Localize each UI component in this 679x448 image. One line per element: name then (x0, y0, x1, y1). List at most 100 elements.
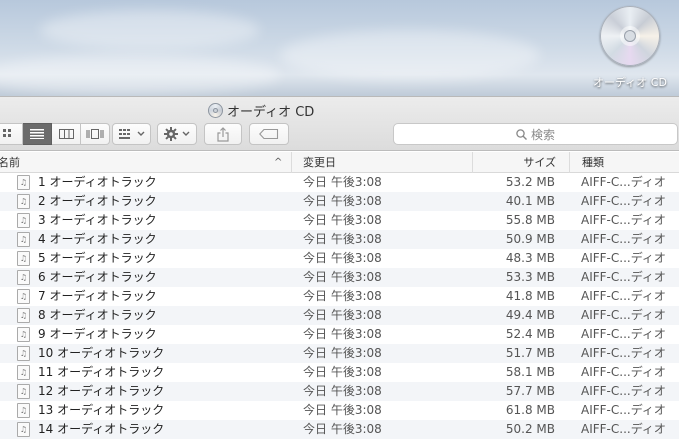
file-name: 3 オーディオトラック (38, 213, 157, 227)
audio-file-icon: ♫ (17, 403, 30, 418)
file-kind: AIFF-C...ディオ (581, 327, 666, 341)
file-size: 50.9 MB (505, 232, 555, 246)
date-column-header[interactable]: 変更日 (291, 152, 472, 173)
arrange-button[interactable] (112, 123, 151, 145)
file-kind: AIFF-C...ディオ (581, 289, 666, 303)
audio-file-icon: ♫ (17, 308, 30, 323)
action-button[interactable] (157, 123, 197, 145)
table-row[interactable]: ♫ 12 オーディオトラック 今日 午後3:08 57.7 MB AIFF-C...ディ… (0, 382, 679, 401)
table-row[interactable]: ♫ 2 オーディオトラック 今日 午後3:08 40.1 MB AIFF-C...ディオ (0, 192, 679, 211)
desktop-icon-label: オーディオ CD (593, 76, 667, 89)
table-row[interactable]: ♫ 11 オーディオトラック 今日 午後3:08 58.1 MB AIFF-C...ディ… (0, 363, 679, 382)
chevron-down-icon (137, 131, 144, 136)
table-row[interactable]: ♫ 6 オーディオトラック 今日 午後3:08 53.3 MB AIFF-C...ディオ (0, 268, 679, 287)
icon-view-button[interactable] (0, 123, 23, 145)
file-date: 今日 午後3:08 (303, 175, 382, 189)
file-kind: AIFF-C...ディオ (581, 384, 666, 398)
file-kind: AIFF-C...ディオ (581, 232, 666, 246)
file-size: 53.2 MB (505, 175, 555, 189)
file-kind: AIFF-C...ディオ (581, 175, 666, 189)
file-size: 41.8 MB (505, 289, 555, 303)
sort-ascending-icon: ^ (274, 157, 283, 168)
file-size: 58.1 MB (505, 365, 555, 379)
tag-icon (259, 129, 279, 139)
table-row[interactable]: ♫ 7 オーディオトラック 今日 午後3:08 41.8 MB AIFF-C...ディオ (0, 287, 679, 306)
file-date: 今日 午後3:08 (303, 403, 382, 417)
file-kind: AIFF-C...ディオ (581, 213, 666, 227)
sky-cloud (280, 30, 540, 80)
file-date: 今日 午後3:08 (303, 213, 382, 227)
audio-file-icon: ♫ (17, 346, 30, 361)
file-date: 今日 午後3:08 (303, 194, 382, 208)
table-row[interactable]: ♫ 3 オーディオトラック 今日 午後3:08 55.8 MB AIFF-C...ディオ (0, 211, 679, 230)
file-kind: AIFF-C...ディオ (581, 251, 666, 265)
table-row[interactable]: ♫ 10 オーディオトラック 今日 午後3:08 51.7 MB AIFF-C...ディ… (0, 344, 679, 363)
file-size: 52.4 MB (505, 327, 555, 341)
coverflow-icon (86, 129, 104, 139)
size-column-header[interactable]: サイズ (472, 152, 569, 173)
list-view-button[interactable] (23, 123, 52, 145)
file-name: 9 オーディオトラック (38, 327, 157, 341)
audio-file-icon: ♫ (17, 251, 30, 266)
table-row[interactable]: ♫ 9 オーディオトラック 今日 午後3:08 52.4 MB AIFF-C...ディオ (0, 325, 679, 344)
search-placeholder: 検索 (530, 127, 555, 142)
name-column-header[interactable]: 名前 (0, 152, 288, 173)
list-icon (30, 129, 44, 139)
chevron-down-icon (182, 131, 190, 136)
file-size: 53.3 MB (505, 270, 555, 284)
audio-file-icon: ♫ (17, 194, 30, 209)
window-title: オーディオ CD (208, 101, 315, 120)
share-button[interactable] (204, 123, 242, 145)
file-size: 51.7 MB (505, 346, 555, 360)
file-date: 今日 午後3:08 (303, 251, 382, 265)
finder-window: オーディオ CD 検索 名前 ^ 変更日 サイズ 種類 ♫ 1 オーディオトラッ… (0, 96, 679, 448)
file-name: 10 オーディオトラック (38, 346, 165, 360)
sky-cloud (40, 10, 260, 50)
table-row[interactable]: ♫ 8 オーディオトラック 今日 午後3:08 49.4 MB AIFF-C...ディオ (0, 306, 679, 325)
audio-file-icon: ♫ (17, 289, 30, 304)
kind-column-header[interactable]: 種類 (569, 152, 679, 173)
table-row[interactable]: ♫ 13 オーディオトラック 今日 午後3:08 61.8 MB AIFF-C...ディ… (0, 401, 679, 420)
search-icon (516, 128, 527, 140)
columns-icon (58, 129, 74, 139)
file-name: 8 オーディオトラック (38, 308, 157, 322)
table-row[interactable]: ♫ 5 オーディオトラック 今日 午後3:08 48.3 MB AIFF-C...ディオ (0, 249, 679, 268)
audio-file-icon: ♫ (17, 232, 30, 247)
coverflow-view-button[interactable] (81, 123, 110, 145)
file-name: 2 オーディオトラック (38, 194, 157, 208)
file-name: 13 オーディオトラック (38, 403, 165, 417)
desktop-audio-cd-icon[interactable]: オーディオ CD (590, 4, 670, 94)
column-view-button[interactable] (52, 123, 81, 145)
audio-file-icon: ♫ (17, 327, 30, 342)
file-name: 6 オーディオトラック (38, 270, 157, 284)
file-kind: AIFF-C...ディオ (581, 194, 666, 208)
audio-file-icon: ♫ (17, 384, 30, 399)
file-name: 11 オーディオトラック (38, 365, 165, 379)
file-date: 今日 午後3:08 (303, 422, 382, 436)
file-date: 今日 午後3:08 (303, 232, 382, 246)
file-size: 57.7 MB (505, 384, 555, 398)
column-header: 名前 ^ 変更日 サイズ 種類 (0, 152, 679, 173)
file-name: 1 オーディオトラック (38, 175, 157, 189)
table-row[interactable]: ♫ 14 オーディオトラック 今日 午後3:08 50.2 MB AIFF-C...ディ… (0, 420, 679, 439)
window-title-text: オーディオ CD (227, 104, 315, 120)
file-kind: AIFF-C...ディオ (581, 308, 666, 322)
table-row[interactable]: ♫ 4 オーディオトラック 今日 午後3:08 50.9 MB AIFF-C...ディオ (0, 230, 679, 249)
table-row[interactable]: ♫ 1 オーディオトラック 今日 午後3:08 53.2 MB AIFF-C...ディオ (0, 173, 679, 192)
cd-icon (208, 102, 223, 118)
file-size: 55.8 MB (505, 213, 555, 227)
file-name: 14 オーディオトラック (38, 422, 165, 436)
audio-file-icon: ♫ (17, 422, 30, 437)
file-date: 今日 午後3:08 (303, 289, 382, 303)
audio-file-icon: ♫ (17, 175, 30, 190)
search-field[interactable]: 検索 (393, 123, 678, 145)
cd-icon (600, 6, 660, 66)
file-date: 今日 午後3:08 (303, 270, 382, 284)
audio-file-icon: ♫ (17, 365, 30, 380)
file-name: 7 オーディオトラック (38, 289, 157, 303)
file-date: 今日 午後3:08 (303, 346, 382, 360)
tags-button[interactable] (249, 123, 289, 145)
file-kind: AIFF-C...ディオ (581, 365, 666, 379)
file-size: 61.8 MB (505, 403, 555, 417)
file-kind: AIFF-C...ディオ (581, 270, 666, 284)
